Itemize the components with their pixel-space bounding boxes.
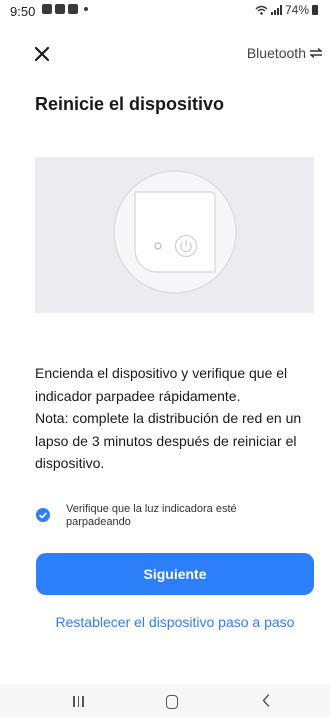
instructions-line: Nota: complete la distribución de red en… [35, 410, 302, 426]
app-notification-icon [55, 4, 65, 14]
confirm-blink-label: Verifique que la luz indicadora esté par… [66, 503, 237, 528]
signal-icon [270, 5, 282, 15]
instructions-line: Encienda el dispositivo y verifique que … [35, 365, 288, 381]
system-nav-bar [0, 684, 330, 717]
status-notifications [42, 4, 88, 14]
bluetooth-label: Bluetooth [246, 45, 306, 61]
wifi-icon [255, 5, 268, 15]
instructions-line: dispositivo. [35, 455, 105, 471]
recent-apps-icon[interactable] [73, 696, 84, 707]
instructions-line: lapso de 3 minutos después de reiniciar … [35, 432, 297, 449]
swap-arrows-icon [310, 48, 322, 58]
device-illustration [35, 157, 314, 313]
status-bar: 9:50 74% [0, 0, 330, 22]
status-indicators: 74% [255, 3, 318, 17]
back-icon[interactable] [262, 694, 270, 707]
status-time: 9:50 [10, 4, 36, 19]
top-bar: Bluetooth [0, 36, 330, 72]
home-icon[interactable] [166, 695, 178, 709]
reset-device-link[interactable]: Restablecer el dispositivo paso a paso [0, 614, 330, 630]
close-icon[interactable] [32, 44, 52, 64]
instructions-line: indicador parpadee rápidamente. [35, 387, 241, 404]
battery-percent: 74% [284, 3, 309, 17]
battery-icon [312, 5, 318, 15]
confirm-blink-checkbox[interactable]: Verifique que la luz indicadora esté par… [36, 503, 306, 529]
message-notification-icon [68, 4, 78, 14]
page-title: Reinicie el dispositivo [35, 94, 225, 114]
dot-icon [84, 7, 88, 11]
image-notification-icon [42, 4, 52, 14]
next-button[interactable]: Siguiente [36, 553, 314, 595]
instructions-text: Encienda el dispositivo y verifique que … [35, 362, 317, 475]
checkmark-icon[interactable] [36, 508, 50, 522]
bluetooth-switch[interactable]: Bluetooth [247, 45, 322, 61]
